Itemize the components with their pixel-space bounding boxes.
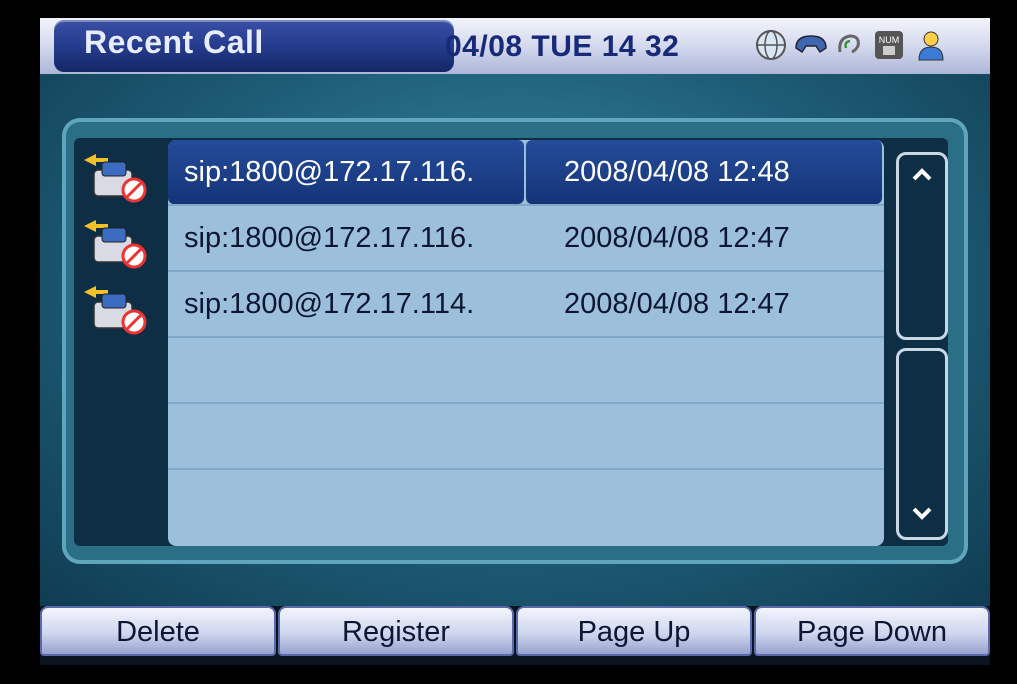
softkey-bar: Delete Register Page Up Page Down bbox=[40, 606, 990, 665]
date-time: 04/08 TUE 14 32 bbox=[445, 30, 680, 63]
call-address[interactable]: sip:1800@172.17.114. bbox=[168, 272, 524, 336]
network-globe-icon bbox=[752, 26, 790, 64]
call-row[interactable]: sip:1800@172.17.114. 2008/04/08 12:47 bbox=[168, 272, 884, 338]
phone-handset-icon bbox=[792, 26, 830, 64]
call-time[interactable]: 2008/04/08 12:47 bbox=[526, 272, 882, 336]
call-time[interactable]: 2008/04/08 12:47 bbox=[526, 206, 882, 270]
chevron-down-icon bbox=[907, 499, 937, 529]
missed-call-icon bbox=[84, 286, 147, 335]
register-button[interactable]: Register bbox=[278, 606, 514, 656]
call-time[interactable]: 2008/04/08 12:48 bbox=[526, 140, 882, 204]
recent-call-list: sip:1800@172.17.116. 2008/04/08 12:48 si… bbox=[168, 140, 884, 546]
scroll-down-button[interactable] bbox=[896, 348, 948, 540]
scroll-up-button[interactable] bbox=[896, 152, 948, 340]
page-up-button[interactable]: Page Up bbox=[516, 606, 752, 656]
title-tab: Recent Call bbox=[54, 20, 454, 72]
call-row[interactable]: sip:1800@172.17.116. 2008/04/08 12:47 bbox=[168, 206, 884, 272]
delete-button[interactable]: Delete bbox=[40, 606, 276, 656]
missed-call-icon bbox=[84, 154, 147, 203]
missed-call-icon bbox=[84, 220, 147, 269]
call-address[interactable]: sip:1800@172.17.116. bbox=[168, 140, 524, 204]
page-title: Recent Call bbox=[84, 24, 264, 60]
empty-row bbox=[168, 404, 884, 470]
page-down-button[interactable]: Page Down bbox=[754, 606, 990, 656]
num-badge-text: NUM bbox=[879, 35, 900, 45]
header-bar: Recent Call 04/08 TUE 14 32 NUM bbox=[40, 18, 990, 74]
user-icon bbox=[912, 26, 950, 64]
empty-row bbox=[168, 470, 884, 534]
chevron-up-icon bbox=[907, 161, 937, 191]
call-address[interactable]: sip:1800@172.17.116. bbox=[168, 206, 524, 270]
phone-screen: Recent Call 04/08 TUE 14 32 NUM sip:1800… bbox=[40, 18, 990, 665]
hearing-volume-icon bbox=[830, 26, 868, 64]
call-row[interactable]: sip:1800@172.17.116. 2008/04/08 12:48 bbox=[168, 140, 884, 206]
empty-row bbox=[168, 338, 884, 404]
num-keypad-icon: NUM bbox=[870, 26, 908, 64]
